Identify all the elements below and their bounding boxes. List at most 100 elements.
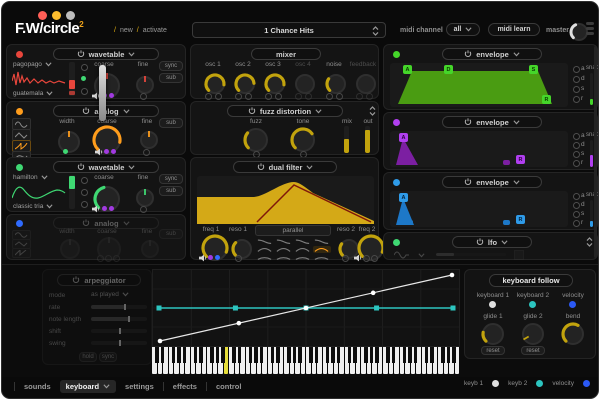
release-handle[interactable]: R <box>516 155 525 164</box>
keyboard-follow-graph[interactable] <box>152 269 460 347</box>
osc3-waveform-display[interactable] <box>12 183 66 203</box>
piano-key-black[interactable] <box>309 347 312 363</box>
osc1-enable-indicator[interactable] <box>16 51 23 58</box>
env-a-radio[interactable] <box>573 66 580 73</box>
piano-key-black[interactable] <box>353 347 356 363</box>
piano-key-black[interactable] <box>364 347 367 363</box>
envelope3-display[interactable]: A R <box>390 191 568 227</box>
mod-slot[interactable] <box>371 255 378 262</box>
snap-slider[interactable] <box>590 73 593 105</box>
lfo-sync-toggle[interactable] <box>514 250 524 260</box>
piano-key-black[interactable] <box>425 347 428 363</box>
mod-slot[interactable] <box>336 93 343 100</box>
filter-type-button[interactable] <box>274 238 292 245</box>
osc4-fine-knob[interactable] <box>138 237 162 261</box>
arp-note-length-slider[interactable] <box>91 317 147 321</box>
lfo-rate-slider[interactable] <box>436 253 506 256</box>
nav-activate-link[interactable]: activate <box>143 27 167 34</box>
piano-key-black[interactable] <box>210 347 213 363</box>
mod-slot[interactable] <box>113 255 120 262</box>
midi-channel-dropdown[interactable]: all <box>446 23 480 36</box>
piano-key-black[interactable] <box>392 347 395 363</box>
piano-key-black[interactable] <box>375 347 378 363</box>
mod-slot[interactable] <box>245 93 252 100</box>
osc4-sub-button[interactable]: sub <box>159 229 183 239</box>
env-s-radio[interactable] <box>573 151 580 158</box>
decay-handle[interactable]: D <box>444 65 453 74</box>
lfo-wave-icon[interactable] <box>394 251 410 259</box>
piano-key-black[interactable] <box>408 347 411 363</box>
osc1-mod-slot[interactable] <box>81 64 88 71</box>
mod-slot[interactable] <box>356 93 363 100</box>
mix-slider[interactable] <box>344 126 349 153</box>
piano-key-black[interactable] <box>370 347 373 363</box>
mod-slot[interactable] <box>363 255 370 262</box>
power-icon[interactable] <box>476 238 484 246</box>
decay-handle[interactable] <box>407 160 414 165</box>
piano-key-black[interactable] <box>238 347 241 363</box>
env-r-radio[interactable] <box>573 96 580 103</box>
power-icon[interactable] <box>72 276 80 284</box>
piano-key-black[interactable] <box>199 347 202 363</box>
arp-mode-dropdown[interactable]: as played <box>91 291 129 298</box>
arp-swing-slider[interactable] <box>91 341 147 345</box>
fuzz-distortion-dropdown[interactable]: fuzz distortion <box>227 105 343 117</box>
mod-slot[interactable] <box>305 93 312 100</box>
mod-source-dot[interactable] <box>104 149 109 154</box>
dual-filter-dropdown[interactable]: dual filter <box>233 161 337 173</box>
osc2-enable-indicator[interactable] <box>16 108 23 115</box>
velocity-indicator[interactable] <box>569 301 576 308</box>
sustain-handle[interactable] <box>503 160 510 165</box>
mod-slot[interactable] <box>366 93 373 100</box>
mod-slot[interactable] <box>235 93 242 100</box>
keyboard1-indicator[interactable] <box>489 301 496 308</box>
piano-key-black[interactable] <box>276 347 279 363</box>
envelope1-display[interactable]: A D S R <box>390 63 568 107</box>
osc3-mod-slot[interactable] <box>81 189 88 196</box>
piano-key-black[interactable] <box>254 347 257 363</box>
osc1-mod-slot-active[interactable] <box>81 76 86 81</box>
mod-source-dot[interactable] <box>109 93 114 98</box>
tab-keyboard[interactable]: keyboard <box>60 380 116 393</box>
osc2-type-dropdown[interactable]: analog <box>53 105 159 117</box>
osc2-fine-knob[interactable] <box>137 128 161 152</box>
mod-source-dot[interactable] <box>208 255 213 260</box>
coarse-drag-slider[interactable] <box>99 65 106 121</box>
power-icon[interactable] <box>464 178 472 186</box>
osc3-sub-button[interactable]: sub <box>159 186 183 196</box>
lfo-stepper-icon[interactable] <box>586 237 593 247</box>
lfo-dropdown[interactable]: lfo <box>452 236 532 248</box>
piano-key-black[interactable] <box>331 347 334 363</box>
effect-stepper-icon[interactable] <box>369 106 376 116</box>
legend-velocity-dot[interactable] <box>583 380 590 387</box>
envelope2-dropdown[interactable]: envelope <box>442 116 542 128</box>
env-s-radio[interactable] <box>573 86 580 93</box>
filter-type-button[interactable] <box>313 254 331 261</box>
arp-hold-button[interactable]: hold <box>79 352 97 362</box>
env-a-radio[interactable] <box>573 193 580 200</box>
mod-source-dot[interactable] <box>111 149 116 154</box>
mod-slot[interactable] <box>326 93 333 100</box>
sustain-handle[interactable]: S <box>529 65 538 74</box>
osc1-wavetable-b-dropdown[interactable]: guatemala <box>13 90 53 97</box>
osc3-wavetable-b-dropdown[interactable]: classic tria <box>13 203 53 210</box>
osc1-mod-slot[interactable] <box>81 88 88 95</box>
arp-sync-button[interactable]: sync <box>99 352 117 362</box>
mod-slot[interactable] <box>143 149 150 156</box>
mod-slot[interactable] <box>97 255 104 262</box>
glide2-reset-button[interactable]: reset <box>521 346 545 355</box>
piano-key-black[interactable] <box>447 347 450 363</box>
glide1-knob[interactable] <box>479 320 507 348</box>
mod-slot[interactable] <box>235 255 242 262</box>
piano-key-black[interactable] <box>216 347 219 363</box>
piano-key-black[interactable] <box>337 347 340 363</box>
piano-key-black[interactable] <box>271 347 274 363</box>
filter-type-button[interactable] <box>274 254 292 261</box>
filter-type-button[interactable] <box>313 246 331 253</box>
osc4-enable-indicator[interactable] <box>16 220 23 227</box>
preset-stepper-icon[interactable] <box>372 26 379 36</box>
out-slider[interactable] <box>365 126 370 153</box>
tab-sounds[interactable]: sounds <box>24 382 51 391</box>
osc1-type-dropdown[interactable]: wavetable <box>53 48 159 60</box>
osc1-sync-button[interactable]: sync <box>159 61 183 71</box>
